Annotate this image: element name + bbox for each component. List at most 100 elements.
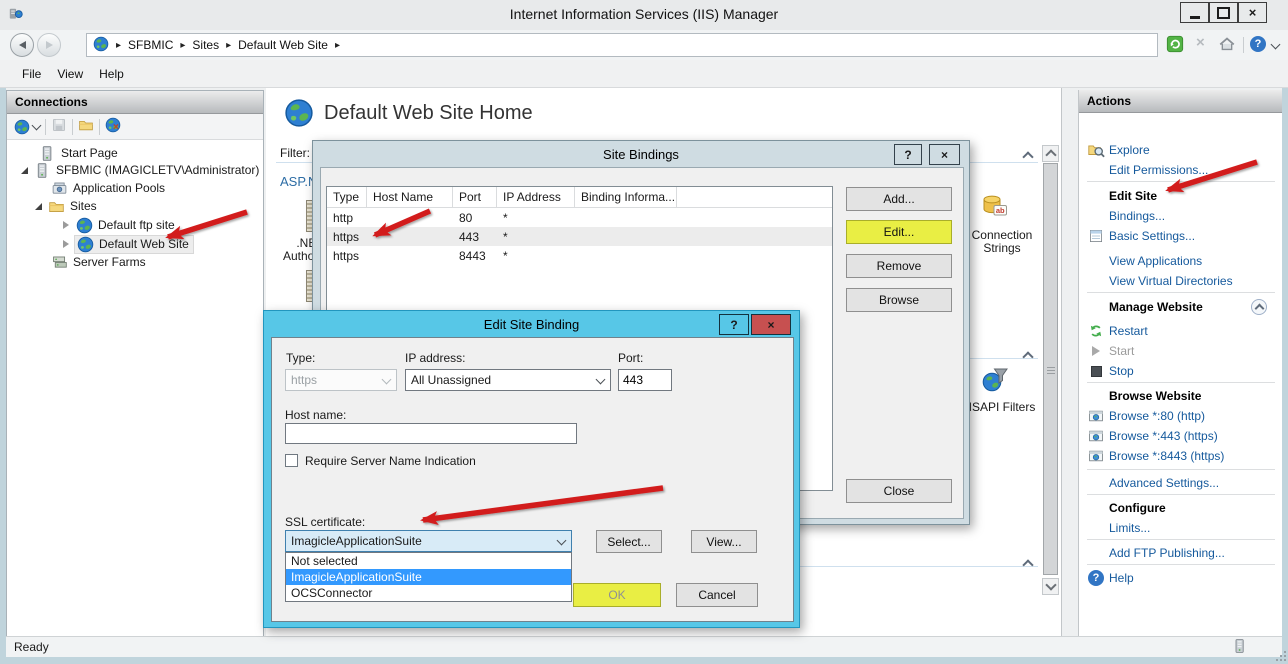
sni-checkbox[interactable] xyxy=(285,454,298,467)
create-connection-button[interactable] xyxy=(14,119,40,135)
resize-grip[interactable] xyxy=(1276,651,1278,653)
chevron-down-icon xyxy=(1045,579,1056,590)
close-dialog-button[interactable]: Close xyxy=(846,479,952,503)
expander-icon[interactable] xyxy=(21,167,28,174)
table-header-row: Type Host Name Port IP Address Binding I… xyxy=(327,187,832,208)
save-connections-button[interactable] xyxy=(51,117,67,136)
expander-icon[interactable] xyxy=(63,240,69,248)
action-stop[interactable]: Stop xyxy=(1079,362,1282,380)
column-header[interactable]: Type xyxy=(327,187,367,208)
port-input[interactable] xyxy=(618,369,672,391)
forward-button[interactable] xyxy=(37,33,61,57)
table-row-selected[interactable]: https 443 * xyxy=(327,227,832,246)
remove-button[interactable]: Remove xyxy=(846,254,952,278)
action-bindings[interactable]: Bindings... xyxy=(1079,207,1282,225)
scroll-down-button[interactable] xyxy=(1042,578,1059,595)
help-dropdown-icon[interactable] xyxy=(1271,40,1281,50)
minimize-button[interactable] xyxy=(1180,2,1209,23)
action-add-ftp-publishing[interactable]: Add FTP Publishing... xyxy=(1079,544,1282,562)
action-view-applications[interactable]: View Applications xyxy=(1079,252,1282,270)
menu-help[interactable]: Help xyxy=(99,67,124,81)
help-button[interactable]: ? xyxy=(1250,36,1266,52)
group-collapse-icon[interactable] xyxy=(1022,559,1033,570)
dropdown-option-selected[interactable]: ImagicleApplicationSuite xyxy=(286,569,571,585)
table-row[interactable]: http 80 * xyxy=(327,208,832,227)
tree-item-server-farms[interactable]: Server Farms xyxy=(7,253,263,271)
maximize-button[interactable] xyxy=(1209,2,1238,23)
section-collapse-button[interactable] xyxy=(1251,299,1267,315)
dialog-help-button[interactable]: ? xyxy=(894,144,922,165)
back-icon xyxy=(19,41,26,49)
dropdown-option[interactable]: OCSConnector xyxy=(286,585,571,601)
column-header[interactable]: Port xyxy=(453,187,497,208)
column-header[interactable]: Host Name xyxy=(367,187,453,208)
action-start[interactable]: Start xyxy=(1079,342,1282,360)
expander-icon[interactable] xyxy=(35,203,42,210)
edit-button[interactable]: Edit... xyxy=(846,220,952,244)
column-header[interactable]: Binding Informa... xyxy=(575,187,677,208)
ssl-certificate-select[interactable]: ImagicleApplicationSuite xyxy=(285,530,572,552)
stop-button[interactable]: × xyxy=(1196,34,1205,51)
scroll-up-button[interactable] xyxy=(1042,145,1059,162)
group-collapse-icon[interactable] xyxy=(1022,151,1033,162)
page-title: Default Web Site Home xyxy=(324,102,533,125)
refresh-button[interactable] xyxy=(1166,35,1184,56)
window-title: Internet Information Services (IIS) Mana… xyxy=(0,6,1288,22)
site-globe-icon xyxy=(77,236,94,253)
tree-item-start-page[interactable]: Start Page xyxy=(7,144,263,162)
menu-view[interactable]: View xyxy=(57,67,83,81)
table-row[interactable]: https 8443 * xyxy=(327,246,832,265)
browse-button[interactable]: Browse xyxy=(846,288,952,312)
tree-item-server[interactable]: SFBMIC (IMAGICLETV\Administrator) xyxy=(7,161,263,179)
tree-item-sites[interactable]: Sites xyxy=(7,197,263,215)
tree-item-application-pools[interactable]: Application Pools xyxy=(7,179,263,197)
breadcrumb-server[interactable]: SFBMIC xyxy=(128,38,173,52)
action-edit-permissions[interactable]: Edit Permissions... xyxy=(1079,161,1282,179)
action-restart[interactable]: Restart xyxy=(1079,322,1282,340)
action-advanced-settings[interactable]: Advanced Settings... xyxy=(1079,474,1282,492)
select-button[interactable]: Select... xyxy=(596,530,662,553)
ok-button[interactable]: OK xyxy=(573,583,661,607)
group-collapse-icon[interactable] xyxy=(1022,351,1033,362)
action-help[interactable]: ? Help xyxy=(1079,569,1282,587)
cancel-button[interactable]: Cancel xyxy=(676,583,758,607)
action-basic-settings[interactable]: Basic Settings... xyxy=(1079,227,1282,245)
scrollbar-thumb[interactable] xyxy=(1043,163,1058,575)
tree-item-label: Start Page xyxy=(61,146,118,160)
action-explore[interactable]: Explore xyxy=(1079,141,1282,159)
action-view-virtual-directories[interactable]: View Virtual Directories xyxy=(1079,272,1282,290)
type-select[interactable]: https xyxy=(285,369,397,391)
isapi-filters-icon[interactable] xyxy=(981,366,1009,397)
column-header[interactable]: IP Address xyxy=(497,187,575,208)
action-browse-80[interactable]: Browse *:80 (http) xyxy=(1079,407,1282,425)
action-browse-8443[interactable]: Browse *:8443 (https) xyxy=(1079,447,1282,465)
back-button[interactable] xyxy=(10,33,34,57)
delete-connection-button[interactable]: × xyxy=(105,117,121,136)
ip-address-select[interactable]: All Unassigned xyxy=(405,369,611,391)
breadcrumb-sites[interactable]: Sites xyxy=(192,38,219,52)
menu-file[interactable]: File xyxy=(22,67,41,81)
up-level-button[interactable] xyxy=(78,117,94,136)
dialog-close-button[interactable]: × xyxy=(929,144,960,165)
status-bar: Ready xyxy=(6,636,1282,657)
dialog-help-button[interactable]: ? xyxy=(719,314,749,335)
home-button[interactable] xyxy=(1218,35,1236,56)
view-button[interactable]: View... xyxy=(691,530,757,553)
dialog-title-bar[interactable]: Site Bindings xyxy=(313,141,969,167)
host-name-input[interactable] xyxy=(285,423,577,444)
dropdown-option[interactable]: Not selected xyxy=(286,553,571,569)
action-label: Advanced Settings... xyxy=(1109,476,1219,490)
expander-icon[interactable] xyxy=(63,221,69,229)
tree-item-default-ftp-site[interactable]: Default ftp site xyxy=(7,216,263,234)
close-button[interactable]: × xyxy=(1238,2,1267,23)
action-browse-443[interactable]: Browse *:443 (https) xyxy=(1079,427,1282,445)
breadcrumb-default-web-site[interactable]: Default Web Site xyxy=(238,38,328,52)
dialog-close-button[interactable]: × xyxy=(751,314,791,335)
action-limits[interactable]: Limits... xyxy=(1079,519,1282,537)
add-button[interactable]: Add... xyxy=(846,187,952,211)
tree-item-default-web-site[interactable]: Default Web Site xyxy=(7,235,263,253)
edit-site-binding-dialog: Edit Site Binding ? × Type: IP address: … xyxy=(263,310,800,628)
address-bar: ▸ SFBMIC ▸ Sites ▸ Default Web Site ▸ × … xyxy=(0,30,1288,60)
connection-strings-icon[interactable] xyxy=(981,193,1009,224)
title-bar[interactable]: Internet Information Services (IIS) Mana… xyxy=(0,0,1288,31)
